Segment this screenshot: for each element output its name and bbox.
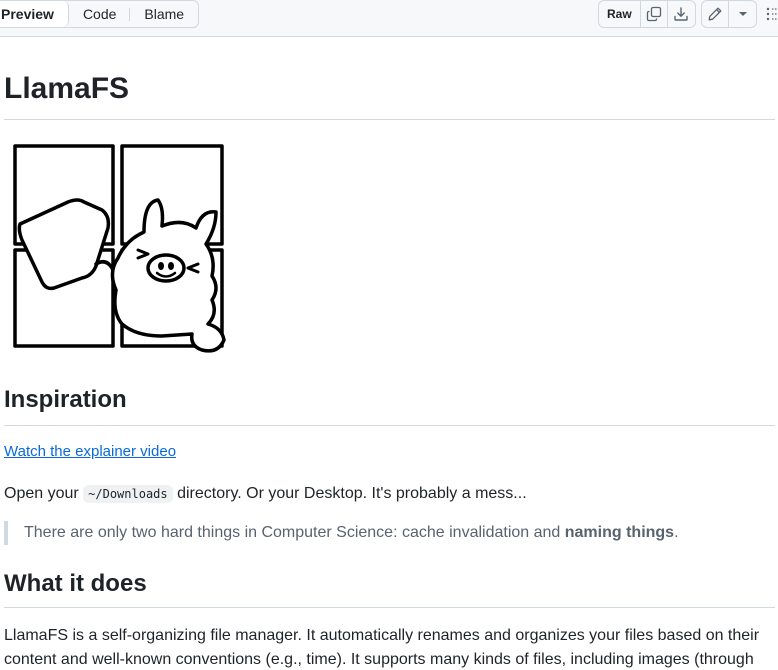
copy-icon bbox=[646, 6, 661, 22]
view-mode-tabs: Preview Code Blame bbox=[0, 0, 200, 28]
tab-preview[interactable]: Preview bbox=[0, 1, 69, 27]
more-options-button[interactable] bbox=[762, 5, 778, 23]
tab-code[interactable]: Code bbox=[69, 1, 131, 27]
inspiration-divider bbox=[4, 425, 775, 426]
triangle-down-icon bbox=[738, 12, 747, 16]
quote-bold-text: naming things bbox=[564, 524, 675, 541]
llama-logo bbox=[13, 144, 226, 353]
intro-paragraph: Open your ~/Downloads directory. Or your… bbox=[4, 482, 527, 506]
tab-blame[interactable]: Blame bbox=[130, 1, 198, 27]
intro-text-before: Open your bbox=[4, 485, 84, 502]
edit-dropdown-button[interactable] bbox=[729, 1, 756, 27]
copy-button[interactable] bbox=[641, 1, 668, 27]
quote-text: There are only two hard things in Comput… bbox=[24, 524, 565, 541]
inspiration-heading: Inspiration bbox=[4, 386, 127, 413]
file-actions-group: Raw bbox=[598, 0, 696, 28]
description-line-1: LlamaFS is a self-organizing file manage… bbox=[4, 627, 760, 644]
readme-title: LlamaFS bbox=[4, 72, 130, 105]
kebab-icon bbox=[766, 7, 778, 21]
what-it-does-heading: What it does bbox=[4, 570, 147, 597]
pencil-icon bbox=[708, 7, 722, 21]
file-toolbar: Preview Code Blame Raw bbox=[0, 0, 778, 37]
intro-text-after: directory. Or your Desktop. It's probabl… bbox=[172, 485, 527, 502]
edit-button[interactable] bbox=[702, 1, 729, 27]
quote-end: . bbox=[674, 524, 679, 541]
blockquote: There are only two hard things in Comput… bbox=[4, 521, 679, 545]
explainer-video-link[interactable]: Watch the explainer video bbox=[4, 443, 176, 460]
description-line-2: content and well-known conventions (e.g.… bbox=[4, 651, 754, 668]
title-divider bbox=[4, 119, 775, 120]
raw-button[interactable]: Raw bbox=[599, 1, 641, 27]
edit-actions-group bbox=[701, 0, 757, 28]
download-button[interactable] bbox=[668, 1, 695, 27]
downloads-code: ~/Downloads bbox=[83, 485, 173, 503]
download-icon bbox=[674, 7, 688, 21]
what-it-does-divider bbox=[4, 607, 775, 608]
